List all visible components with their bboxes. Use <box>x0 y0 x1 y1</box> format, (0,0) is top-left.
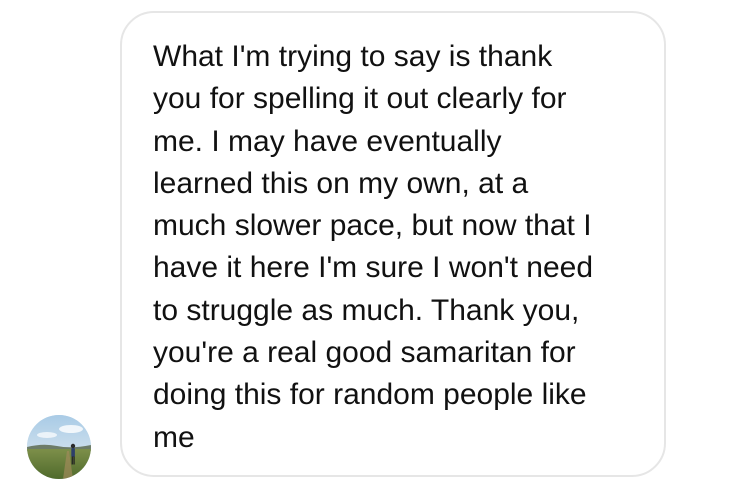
message-line: doing this for random people like <box>153 378 587 412</box>
message-thread: What I'm trying to say is thank you for … <box>0 0 749 487</box>
message-line: you're a real good samaritan for <box>153 336 576 370</box>
message-line: much slower pace, but now that I <box>153 209 592 243</box>
message-bubble[interactable]: What I'm trying to say is thank you for … <box>120 11 666 477</box>
message-line: have it here I'm sure I won't need <box>153 251 594 285</box>
message-line: me <box>153 420 195 454</box>
message-line: you for spelling it out clearly for <box>153 82 567 116</box>
sender-avatar[interactable] <box>27 415 91 479</box>
message-text: What I'm trying to say is thank you for … <box>153 36 636 459</box>
message-line: me. I may have eventually <box>153 124 502 158</box>
message-line: learned this on my own, at a <box>153 166 529 200</box>
profile-photo-icon <box>27 415 91 479</box>
message-line: to struggle as much. Thank you, <box>153 293 580 327</box>
message-line: What I'm trying to say is thank <box>153 40 553 73</box>
